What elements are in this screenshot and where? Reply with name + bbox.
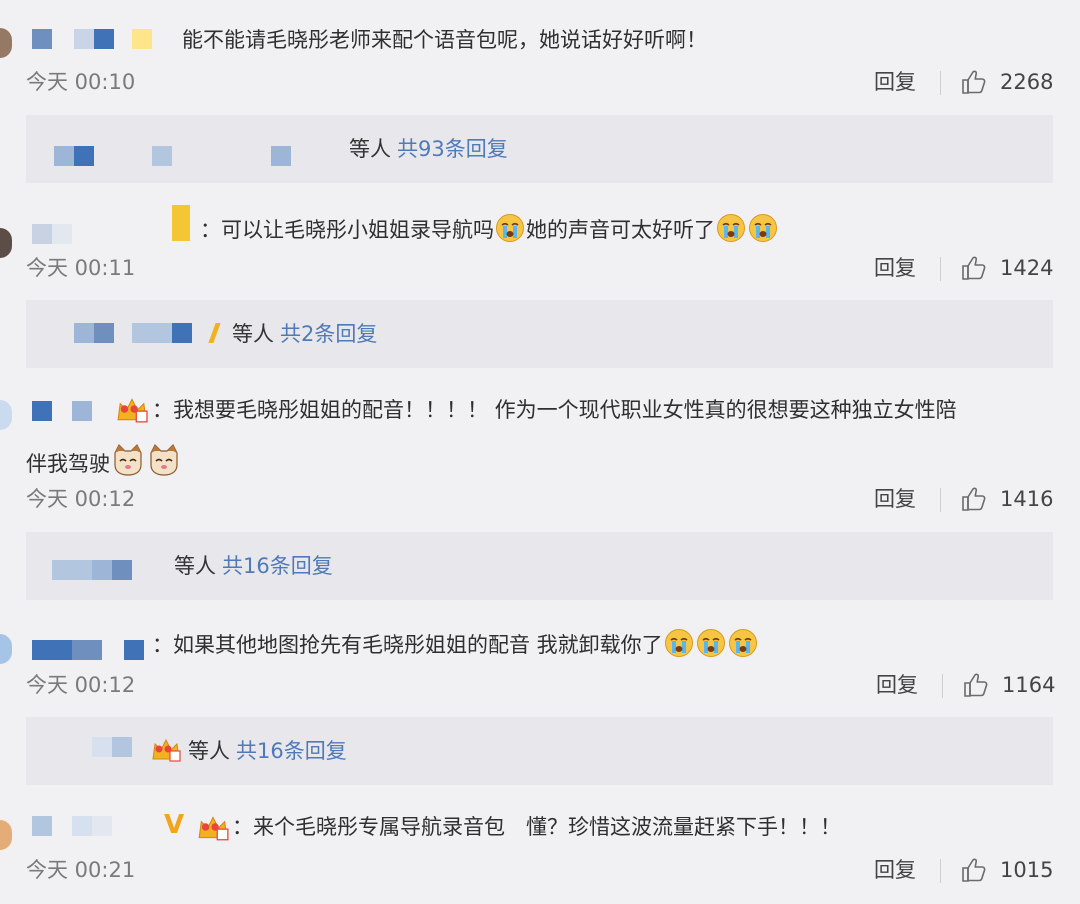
- thumbs-up-icon[interactable]: [961, 255, 987, 281]
- view-replies-link[interactable]: 共2条回复: [280, 322, 377, 346]
- crying-face-icon: [748, 213, 778, 243]
- crown-badge-icon: [112, 394, 152, 424]
- reply-button[interactable]: 回复: [876, 673, 918, 697]
- crying-face-icon: [664, 628, 694, 658]
- comment-text: ：如果其他地图抢先有毛晓彤姐姐的配音 我就卸载你了: [152, 628, 759, 658]
- reply-button[interactable]: 回复: [874, 858, 916, 882]
- reply-summary-suffix: 等人: [188, 739, 230, 763]
- reply-button[interactable]: 回复: [874, 487, 916, 511]
- username-mosaic[interactable]: [32, 29, 157, 49]
- comment-time: 今天 00:12: [26, 673, 136, 697]
- comment-time: 今天 00:11: [26, 256, 136, 280]
- vip-v-icon: V: [164, 810, 185, 840]
- divider: [940, 488, 941, 512]
- comment-text: ：来个毛晓彤专属导航录音包 懂？珍惜这波流量赶紧下手！！！: [232, 815, 841, 839]
- thumbs-up-icon[interactable]: [961, 857, 987, 883]
- comment-text-continued: 伴我驾驶: [26, 443, 182, 477]
- crying-face-icon: [696, 628, 726, 658]
- comment-text: ：可以让毛晓彤小姐姐录导航吗 她的声音可太好听了: [200, 213, 779, 243]
- reply-button[interactable]: 回复: [874, 256, 916, 280]
- thumbs-up-icon[interactable]: [963, 672, 989, 698]
- comment-time: 今天 00:21: [26, 858, 136, 882]
- divider: [940, 859, 941, 883]
- avatar[interactable]: [0, 28, 12, 58]
- like-count: 1416: [1000, 487, 1054, 511]
- like-count: 1164: [1002, 673, 1056, 697]
- divider: [942, 674, 943, 698]
- like-count: 1424: [1000, 256, 1054, 280]
- reply-button[interactable]: 回复: [874, 70, 916, 94]
- crown-badge-icon: [150, 735, 182, 763]
- cat-face-icon: [111, 443, 145, 477]
- crying-face-icon: [728, 628, 758, 658]
- username-mosaic[interactable]: [32, 816, 142, 836]
- avatar[interactable]: [0, 400, 12, 430]
- divider: [940, 257, 941, 281]
- comment-text: 能不能请毛晓彤老师来配个语音包呢，她说话好好听啊！: [182, 28, 707, 52]
- crying-face-icon: [716, 213, 746, 243]
- view-replies-link[interactable]: 共93条回复: [397, 137, 508, 161]
- username-mosaic[interactable]: [32, 224, 82, 244]
- divider: [940, 71, 941, 95]
- comment-time: 今天 00:10: [26, 70, 136, 94]
- like-count: 1015: [1000, 858, 1054, 882]
- thumbs-up-icon[interactable]: [961, 486, 987, 512]
- reply-summary-suffix: 等人: [349, 137, 391, 161]
- username-mosaic[interactable]: [32, 640, 157, 660]
- comment-text: ：我想要毛晓彤姐姐的配音！！！！ 作为一个现代职业女性真的很想要这种独立女性陪: [152, 398, 957, 422]
- reply-summary[interactable]: 等人 共2条回复: [26, 300, 1053, 368]
- reply-summary[interactable]: 等人 共16条回复: [26, 532, 1053, 600]
- cat-face-icon: [147, 443, 181, 477]
- view-replies-link[interactable]: 共16条回复: [222, 554, 333, 578]
- reply-summary[interactable]: 等人 共93条回复: [26, 115, 1053, 183]
- vip-badge: [172, 205, 190, 241]
- reply-summary[interactable]: 等人 共16条回复: [26, 717, 1053, 785]
- like-count: 2268: [1000, 70, 1054, 94]
- avatar[interactable]: [0, 634, 12, 664]
- crown-badge-icon: [196, 812, 230, 842]
- avatar[interactable]: [0, 228, 12, 258]
- reply-summary-suffix: 等人: [174, 554, 216, 578]
- reply-summary-suffix: 等人: [232, 322, 274, 346]
- thumbs-up-icon[interactable]: [961, 69, 987, 95]
- avatar[interactable]: [0, 820, 12, 850]
- comment-time: 今天 00:12: [26, 487, 136, 511]
- crying-face-icon: [495, 213, 525, 243]
- view-replies-link[interactable]: 共16条回复: [236, 739, 347, 763]
